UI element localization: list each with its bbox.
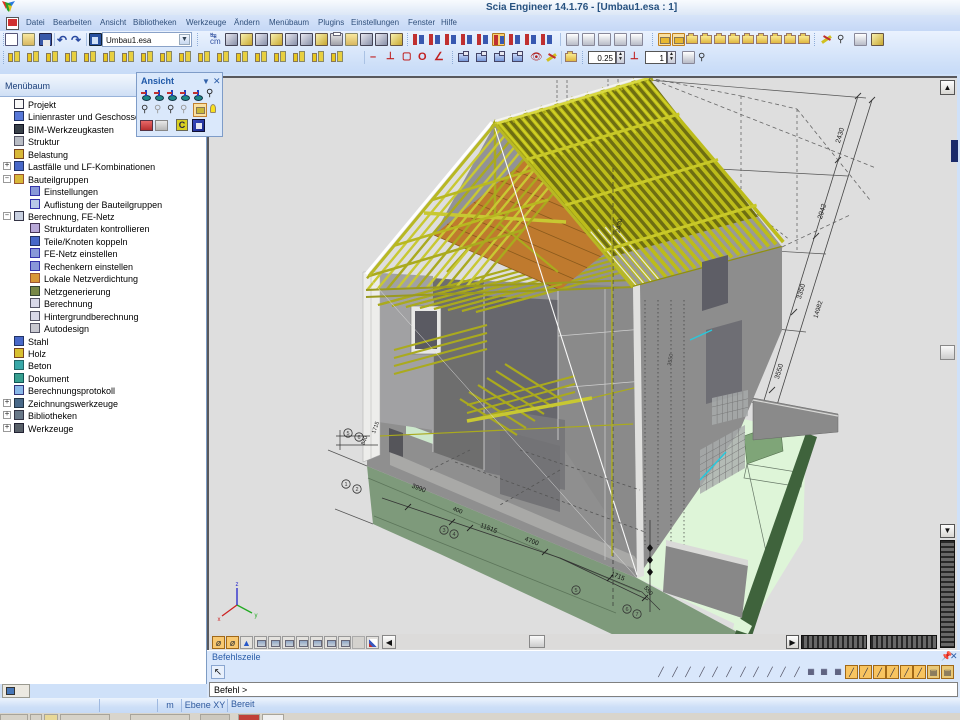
svg-text:y: y	[255, 613, 258, 619]
svg-text:7: 7	[635, 612, 638, 618]
svg-text:2430: 2430	[835, 127, 846, 144]
svg-text:14982: 14982	[813, 300, 825, 320]
svg-text:3550: 3550	[774, 363, 785, 380]
svg-text:4: 4	[452, 532, 455, 538]
svg-text:2942: 2942	[817, 203, 828, 220]
svg-text:z: z	[236, 582, 239, 588]
svg-text:2: 2	[355, 487, 358, 493]
svg-text:3350: 3350	[796, 283, 807, 300]
svg-text:3: 3	[442, 528, 445, 534]
svg-text:6: 6	[625, 607, 628, 613]
svg-text:x: x	[218, 617, 221, 623]
svg-text:5: 5	[574, 588, 577, 594]
svg-text:1: 1	[344, 482, 347, 488]
